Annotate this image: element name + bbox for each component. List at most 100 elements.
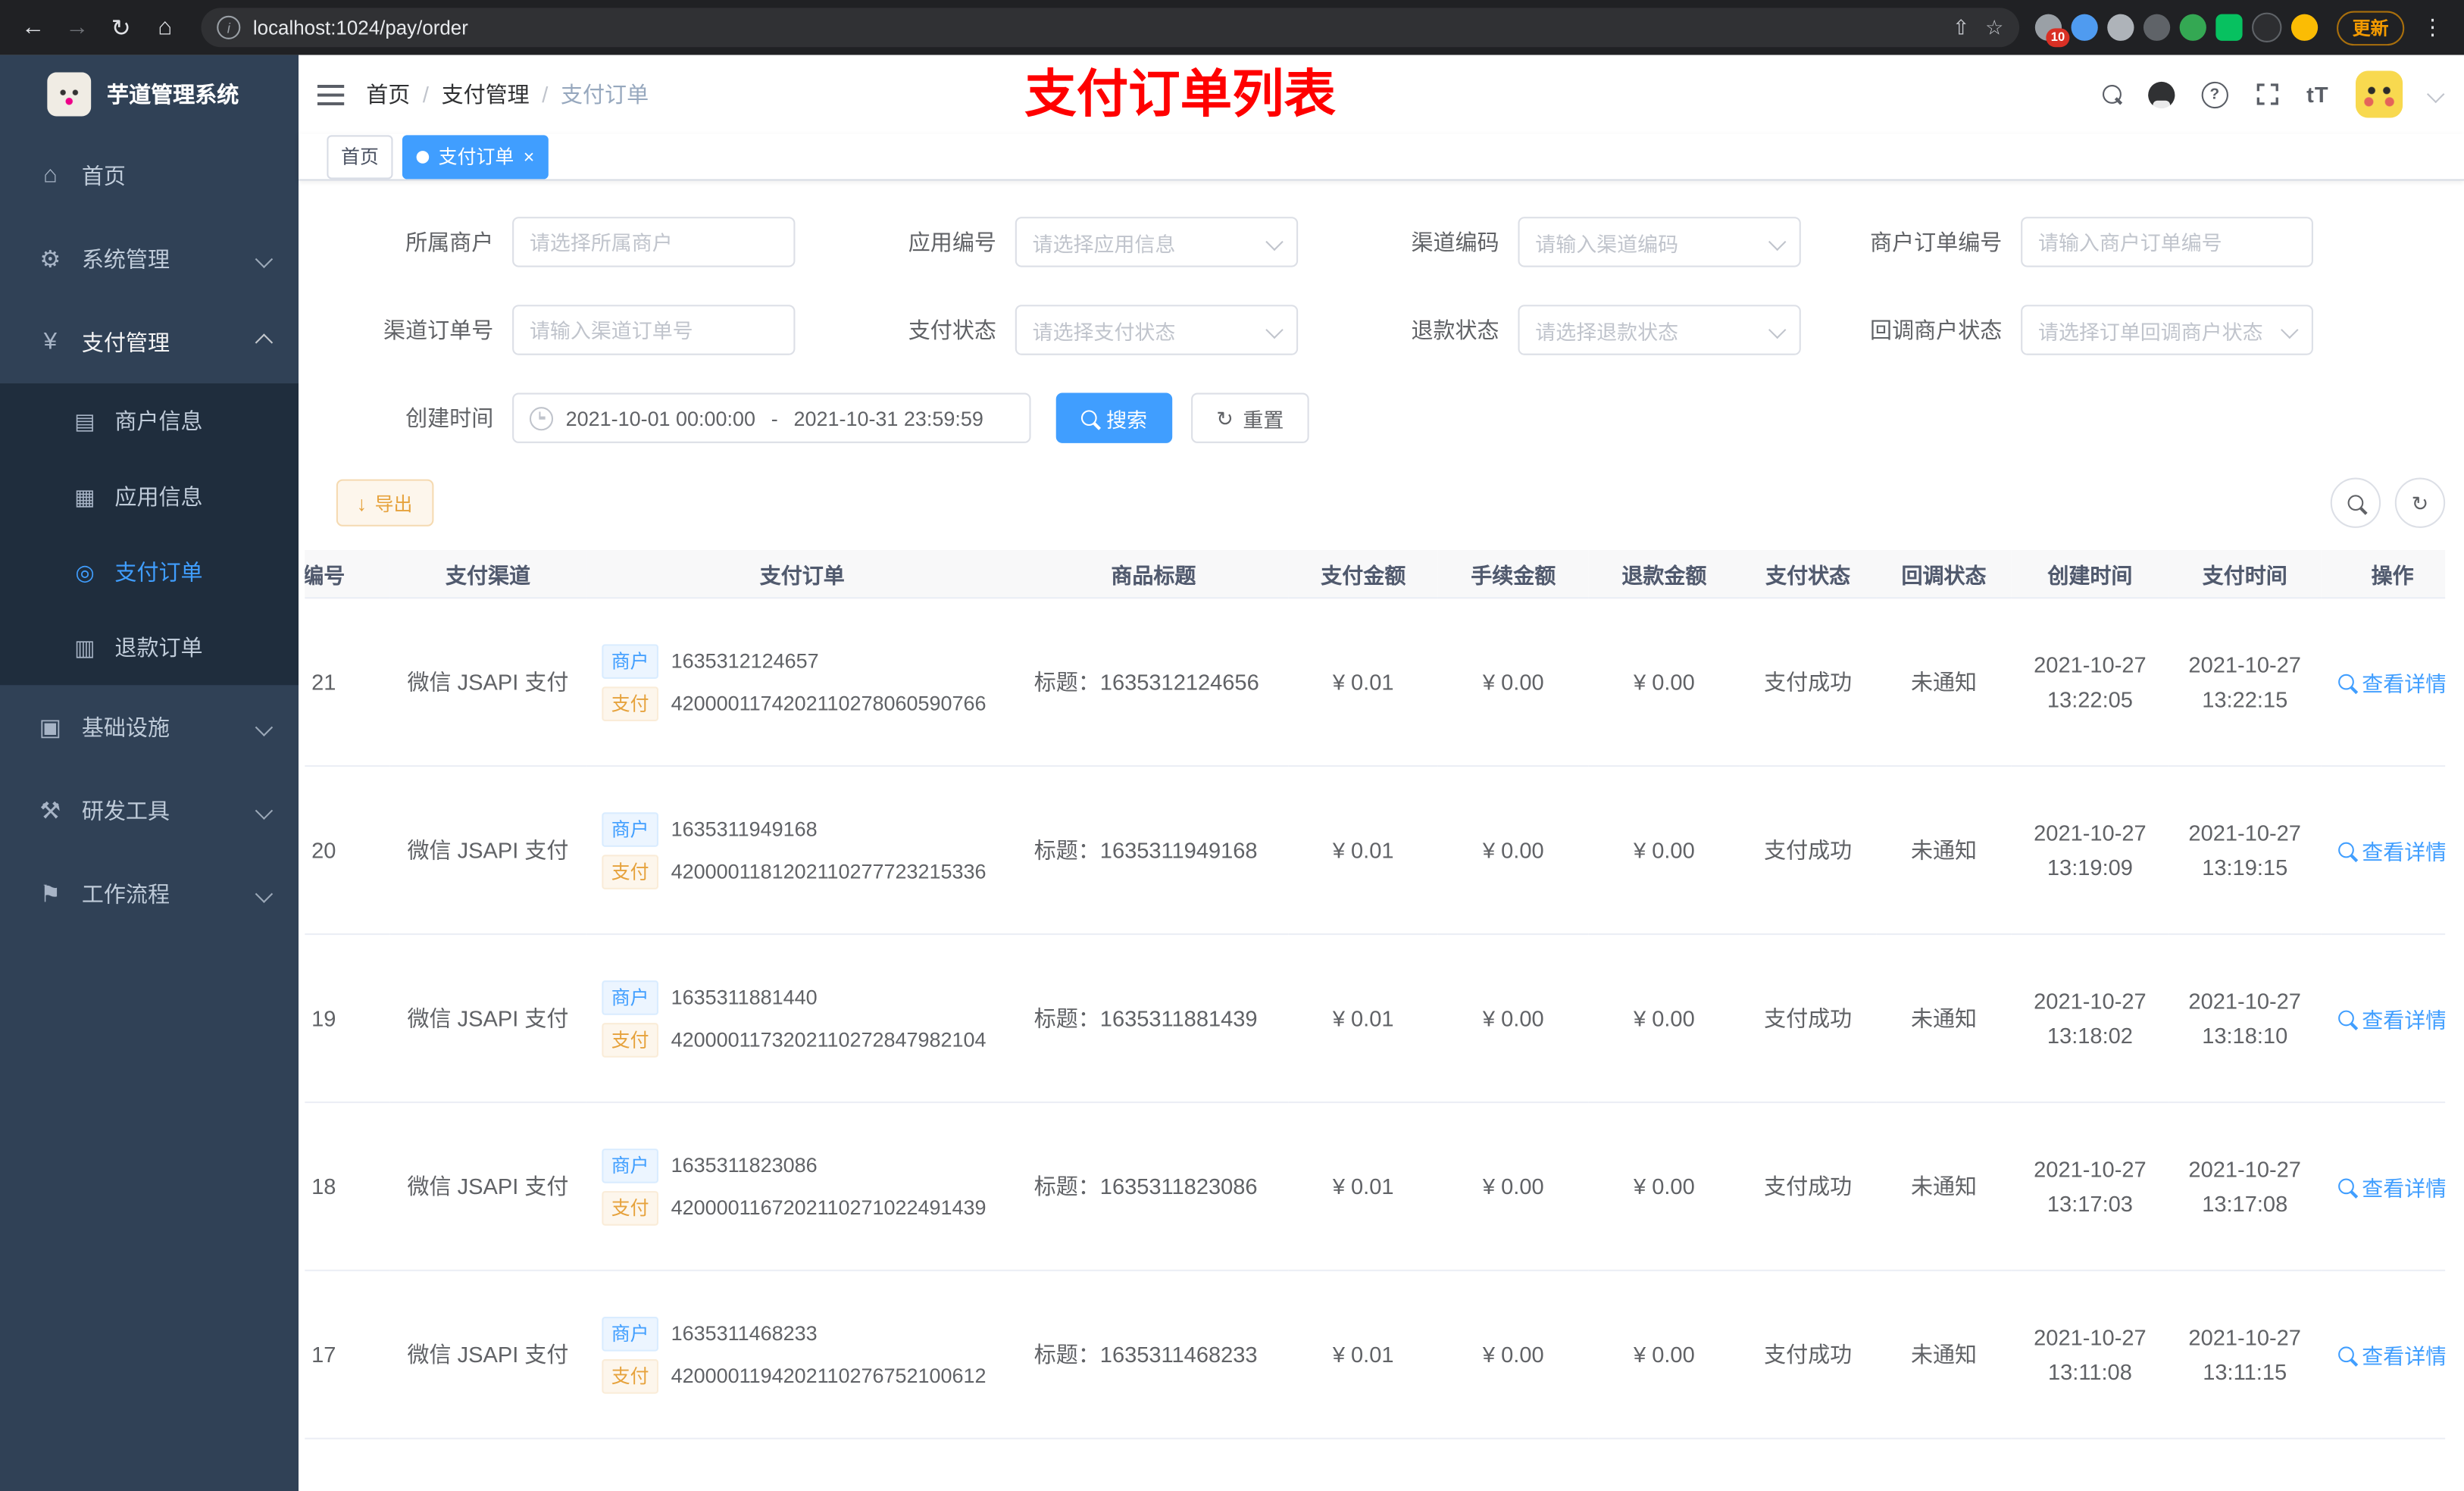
sidebar-item-app-info[interactable]: ▦ 应用信息 xyxy=(0,459,299,535)
search-button[interactable]: 搜索 xyxy=(1055,392,1173,443)
close-icon[interactable]: × xyxy=(524,147,535,166)
sidebar-item-label: 支付订单 xyxy=(114,559,203,585)
merchant-order-no: 1635311881440 xyxy=(671,985,818,1009)
grid-icon: ▦ xyxy=(74,483,95,508)
field-label: 创建时间 xyxy=(405,405,494,431)
top-navbar: 首页 / 支付管理 / 支付订单 支付订单列表 ? tT xyxy=(299,55,2464,134)
order-table: 编号 支付渠道 支付订单 商品标题 支付金额 手续金额 退款金额 支付状态 回调… xyxy=(305,549,2446,1491)
chevron-down-icon[interactable] xyxy=(2426,85,2445,104)
extension-icon[interactable] xyxy=(2179,14,2206,41)
breadcrumb-home[interactable]: 首页 xyxy=(366,79,410,110)
reset-button[interactable]: ↻ 重置 xyxy=(1191,392,1309,443)
refresh-table-button[interactable]: ↻ xyxy=(2394,477,2446,528)
breadcrumb-current: 支付订单 xyxy=(560,81,649,108)
chevron-down-icon xyxy=(1768,233,1787,252)
channel-code-select[interactable]: 请输入渠道编码 xyxy=(1518,217,1801,267)
help-icon[interactable]: ? xyxy=(2201,80,2228,108)
address-bar[interactable]: i localhost:1024/pay/order ⇧ ☆ xyxy=(201,8,2020,48)
profile-avatar-icon[interactable] xyxy=(2290,14,2319,41)
sidebar-toggle-icon[interactable] xyxy=(317,83,345,105)
col-header: 商品标题 xyxy=(1018,549,1289,599)
toggle-search-button[interactable] xyxy=(2330,477,2381,528)
github-icon[interactable] xyxy=(2147,80,2175,110)
notify-status-select[interactable]: 请选择订单回调商户状态 xyxy=(2021,305,2313,355)
sidebar-item-system[interactable]: ⚙ 系统管理 xyxy=(0,217,299,300)
sidebar-item-merchant-info[interactable]: ▤ 商户信息 xyxy=(0,383,299,459)
product-title: 标题：1635311949168 xyxy=(1018,766,1289,936)
browser-reload-icon[interactable]: ↻ xyxy=(101,7,142,48)
view-detail-link[interactable]: 查看详情 xyxy=(2338,1339,2445,1370)
action-cell: 查看详情 xyxy=(2321,933,2446,1103)
extension-icon[interactable]: 10 xyxy=(2034,14,2070,48)
share-icon[interactable]: ⇧ xyxy=(1953,15,1970,40)
export-button[interactable]: ↓ 导出 xyxy=(336,479,433,527)
placeholder-text: 请选择退款状态 xyxy=(1535,320,1679,344)
sidebar-item-infrastructure[interactable]: ▣ 基础设施 xyxy=(0,685,299,768)
pay-order-cell: 商户1635311157136 xyxy=(586,1439,1018,1491)
pay-order-no: 4200001173202110272847982104 xyxy=(671,1027,987,1052)
notify-status: 未通知 xyxy=(1876,1270,2012,1439)
pay-badge: 支付 xyxy=(602,1022,659,1057)
sidebar-item-home[interactable]: ⌂ 首页 xyxy=(0,133,299,217)
extension-icon[interactable] xyxy=(2215,14,2243,41)
tab-pay-order[interactable]: 支付订单 × xyxy=(402,134,549,179)
field-label: 退款状态 xyxy=(1411,317,1499,343)
extension-icon[interactable] xyxy=(2071,14,2098,41)
site-info-icon[interactable]: i xyxy=(217,15,241,39)
fee-amount: ¥ 0.00 xyxy=(1437,766,1589,936)
pay-order-no: 4200001167202110271022491439 xyxy=(671,1196,987,1220)
merchant-badge: 商户 xyxy=(602,1148,659,1183)
font-size-icon[interactable]: tT xyxy=(2306,82,2328,107)
sidebar-item-workflow[interactable]: ⚑ 工作流程 xyxy=(0,852,299,935)
document-icon: ▥ xyxy=(74,633,95,660)
button-label: 搜索 xyxy=(1106,408,1148,432)
browser-menu-icon[interactable]: ⋮ xyxy=(2414,14,2452,41)
create-time: 2021-10-27 13:17:03 xyxy=(2011,1102,2169,1271)
sidebar-item-label: 基础设施 xyxy=(81,714,170,739)
sidebar-item-refund-order[interactable]: ▥ 退款订单 xyxy=(0,610,299,686)
merchant-order-no: 1635311823086 xyxy=(671,1153,818,1177)
extension-icons: 10 xyxy=(2034,12,2319,48)
app-select[interactable]: 请选择应用信息 xyxy=(1015,217,1299,267)
magnifier-icon xyxy=(2338,842,2354,858)
extension-icon[interactable] xyxy=(2107,14,2134,41)
date-start: 2021-10-01 00:00:00 xyxy=(565,406,756,430)
browser-home-icon[interactable]: ⌂ xyxy=(145,7,186,48)
channel-order-no-input[interactable] xyxy=(512,305,796,355)
browser-back-icon[interactable]: ← xyxy=(13,7,54,48)
pay-time: 2021-10-27 13:19:15 xyxy=(2169,766,2322,936)
view-detail-link[interactable]: 查看详情 xyxy=(2338,1002,2445,1033)
tab-home[interactable]: 首页 xyxy=(327,134,393,179)
sidebar-item-label: 应用信息 xyxy=(114,483,203,509)
merchant-order-no-input[interactable] xyxy=(2021,217,2313,267)
view-detail-link[interactable]: 查看详情 xyxy=(2338,1171,2445,1202)
pay-time: 2021-10-27 13:11:15 xyxy=(2169,1270,2322,1439)
sidebar-item-payment[interactable]: ¥ 支付管理 xyxy=(0,300,299,383)
col-header: 退款金额 xyxy=(1588,549,1740,599)
notify-status: 未通知 xyxy=(1876,598,2012,767)
magnifier-icon xyxy=(2338,1346,2354,1363)
browser-update-button[interactable]: 更新 xyxy=(2337,10,2405,45)
fullscreen-icon[interactable] xyxy=(2255,82,2280,107)
avatar[interactable] xyxy=(2355,70,2403,118)
breadcrumb-section[interactable]: 支付管理 xyxy=(442,79,530,110)
page-title-annotation: 支付订单列表 xyxy=(1024,64,1336,123)
browser-forward-icon[interactable]: → xyxy=(57,7,98,48)
create-time: 2021-10-27 13:18:02 xyxy=(2011,933,2169,1103)
bookmark-star-icon[interactable]: ☆ xyxy=(1985,15,2003,40)
sidebar-item-pay-order[interactable]: ◎ 支付订单 xyxy=(0,534,299,610)
search-icon[interactable] xyxy=(2102,84,2122,104)
create-time: 2021-10-27 13:11:08 xyxy=(2011,1270,2169,1439)
pay-status-select[interactable]: 请选择支付状态 xyxy=(1015,305,1299,355)
pay-status: 支付成功 xyxy=(1739,933,1877,1103)
extension-icon[interactable] xyxy=(2143,14,2171,41)
product-title: 标题：1635311823086 xyxy=(1018,1102,1289,1271)
view-detail-link[interactable]: 查看详情 xyxy=(2338,834,2445,865)
view-detail-link[interactable]: 查看详情 xyxy=(2338,666,2445,697)
refund-status-select[interactable]: 请选择退款状态 xyxy=(1518,305,1801,355)
sidebar-item-dev-tools[interactable]: ⚒ 研发工具 xyxy=(0,768,299,852)
merchant-input[interactable] xyxy=(512,217,796,267)
create-time-range-input[interactable]: 2021-10-01 00:00:00 - 2021-10-31 23:59:5… xyxy=(512,392,1031,443)
pay-amount: ¥ 0.01 xyxy=(1288,598,1438,767)
extension-icon[interactable] xyxy=(2252,12,2282,42)
